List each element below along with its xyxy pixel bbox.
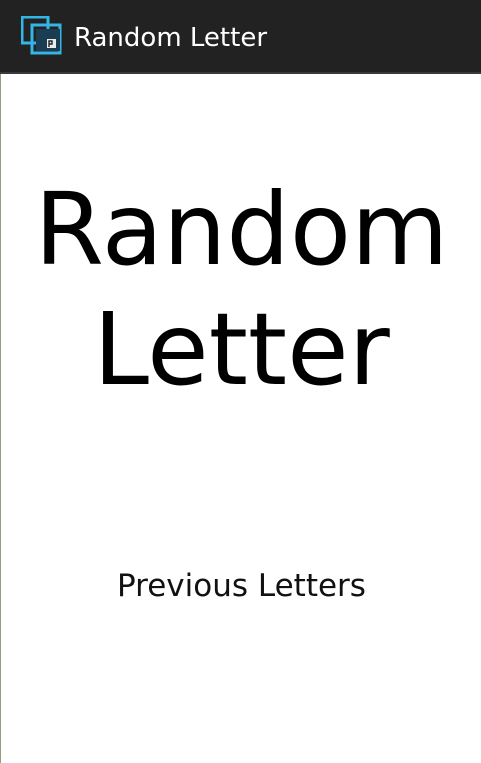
app-windows-icon[interactable]: [20, 15, 67, 60]
main-content: Random Letter Previous Letters: [0, 74, 481, 763]
previous-letters-button[interactable]: Previous Letters: [111, 562, 372, 610]
random-letter-display: Random Letter: [34, 171, 449, 408]
app-title: Random Letter: [74, 23, 268, 53]
action-bar: Random Letter: [0, 0, 481, 74]
